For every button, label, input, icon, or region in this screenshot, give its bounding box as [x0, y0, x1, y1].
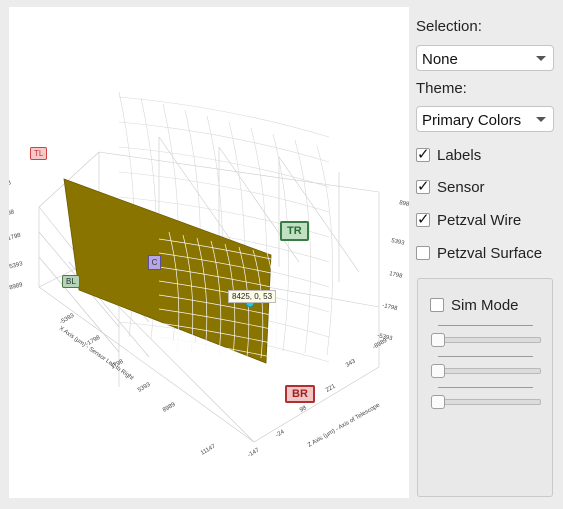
slider-track-1[interactable] — [441, 337, 541, 343]
theme-value: Primary Colors — [422, 112, 522, 129]
petzval-mesh-line — [118, 96, 330, 138]
grid-line — [253, 366, 380, 443]
chevron-down-icon — [536, 56, 546, 61]
petzval-wire-checkbox[interactable]: Petzval Wire — [416, 210, 521, 230]
theme-label: Theme: — [416, 80, 467, 97]
petzval-mesh-line — [316, 145, 333, 356]
petzval-surface-checkbox-label: Petzval Surface — [437, 244, 543, 262]
petzval-mesh-line — [294, 139, 311, 354]
checkbox-box[interactable] — [416, 177, 430, 195]
theme-dropdown[interactable]: Primary Colors — [416, 106, 554, 132]
sensor-checkbox-label: Sensor — [437, 178, 485, 196]
left-tick-label: -5393 — [9, 261, 24, 271]
slider-track-2[interactable] — [441, 368, 541, 374]
z-tick-label: -147 — [247, 447, 261, 459]
slider-handle-3[interactable] — [431, 395, 445, 409]
petzval-wire-checkbox-label: Petzval Wire — [437, 211, 522, 229]
corner-marker-br: BR — [285, 385, 315, 403]
3d-viewport[interactable]: 3 98 1798 -5393 -8989 -5393 -1798 1798 5393 8989 1… — [9, 7, 409, 498]
left-tick-label: 3 — [9, 180, 12, 187]
3d-scene[interactable]: 3 98 1798 -5393 -8989 -5393 -1798 1798 5393 8989 1… — [9, 7, 409, 498]
x-tick-label: 8989 — [162, 402, 177, 414]
petzval-surface-checkbox[interactable]: Petzval Surface — [416, 243, 542, 263]
z-tick-label: 343 — [345, 358, 357, 369]
checkbox-box[interactable] — [416, 145, 430, 163]
checkbox-box[interactable] — [416, 246, 430, 260]
grid-line — [278, 156, 360, 273]
x-tick-label: 11147 — [200, 443, 217, 456]
labels-checkbox[interactable]: Labels — [416, 145, 481, 165]
z-axis-title: Z Axis (μm) - Axis of Telescope — [307, 402, 382, 449]
sim-mode-checkbox-label: Sim Mode — [451, 296, 519, 314]
slider-tick-line — [438, 387, 533, 388]
right-tick-label: 898 — [399, 200, 409, 208]
corner-marker-bl: BL — [62, 275, 80, 288]
right-tick-label: 5393 — [391, 238, 406, 247]
x-tick-label: 5393 — [137, 382, 152, 394]
selection-label: Selection: — [416, 18, 482, 35]
z-tick-label: 98 — [299, 405, 308, 414]
left-tick-label: 98 — [9, 209, 16, 217]
labels-checkbox-label: Labels — [437, 146, 482, 164]
slider-tick-line — [438, 325, 533, 326]
x-axis-title: X Axis (μm) - Sensor Left to Right — [58, 326, 135, 382]
chevron-down-icon — [536, 117, 546, 122]
selection-dropdown[interactable]: None — [416, 45, 554, 71]
sensor-plane — [63, 178, 272, 364]
slider-track-3[interactable] — [441, 399, 541, 405]
point-tooltip: 8425, 0, 53 — [228, 290, 277, 303]
sim-mode-checkbox[interactable]: Sim Mode — [430, 295, 519, 315]
petzval-mesh-line — [272, 133, 289, 352]
x-tick-label: -5393 — [59, 313, 76, 326]
slider-handle-2[interactable] — [431, 364, 445, 378]
right-tick-label: 1798 — [389, 271, 404, 280]
selection-value: None — [422, 51, 458, 68]
slider-handle-1[interactable] — [431, 333, 445, 347]
z-tick-label: 221 — [325, 383, 337, 394]
center-marker: C — [148, 255, 161, 270]
sensor-checkbox[interactable]: Sensor — [416, 177, 485, 197]
right-tick-label: -1798 — [382, 303, 399, 312]
corner-marker-tr: TR — [280, 221, 309, 241]
checkbox-box[interactable] — [430, 298, 444, 312]
checkbox-box[interactable] — [416, 210, 430, 228]
left-tick-label: 1798 — [9, 233, 22, 242]
slider-tick-line — [438, 356, 533, 357]
left-tick-label: -8989 — [9, 282, 24, 292]
z-tick-label: -24 — [275, 429, 286, 439]
corner-marker-tl: TL — [30, 147, 48, 160]
